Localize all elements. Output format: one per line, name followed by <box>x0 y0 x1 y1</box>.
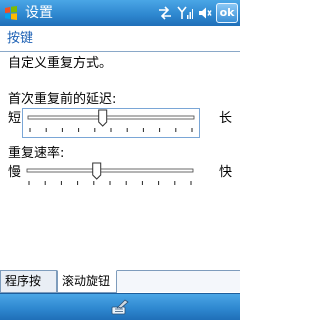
rate-max-label: 快 <box>219 165 233 180</box>
tab-scroll-wheel[interactable]: 滚动旋钮 <box>57 270 117 293</box>
heading-divider <box>0 51 240 52</box>
tab-program-buttons[interactable]: 程序按键 <box>0 270 57 308</box>
keyboard-input-icon[interactable] <box>109 298 131 316</box>
title-bar: 设置 ok <box>0 0 240 26</box>
window-title: 设置 <box>25 5 53 21</box>
sync-icon[interactable] <box>158 6 172 20</box>
speaker-icon[interactable] <box>198 6 212 20</box>
rate-slider[interactable] <box>22 162 200 192</box>
signal-icon[interactable] <box>177 6 193 20</box>
rate-min-label: 慢 <box>8 165 22 180</box>
delay-slider-track-line <box>27 115 195 120</box>
rate-slider-thumb[interactable] <box>92 162 102 180</box>
rate-slider-track[interactable] <box>22 162 198 190</box>
menu-bar <box>0 293 240 320</box>
delay-slider-thumb[interactable] <box>98 109 108 127</box>
delay-max-label: 长 <box>219 111 233 126</box>
delay-slider-track[interactable] <box>23 109 199 137</box>
rate-label: 重复速率: <box>8 146 65 161</box>
start-flag-icon[interactable] <box>3 5 19 21</box>
delay-slider[interactable] <box>22 108 200 138</box>
delay-min-label: 短 <box>8 111 22 126</box>
page-heading: 按键 <box>7 31 34 46</box>
tab-strip: 程序按键 滚动旋钮 <box>0 270 240 308</box>
status-icons <box>158 5 212 21</box>
ok-button[interactable]: ok <box>216 3 238 23</box>
page-description: 自定义重复方式。 <box>8 56 113 71</box>
rate-slider-track-line <box>26 168 194 173</box>
delay-label: 首次重复前的延迟: <box>8 92 117 107</box>
